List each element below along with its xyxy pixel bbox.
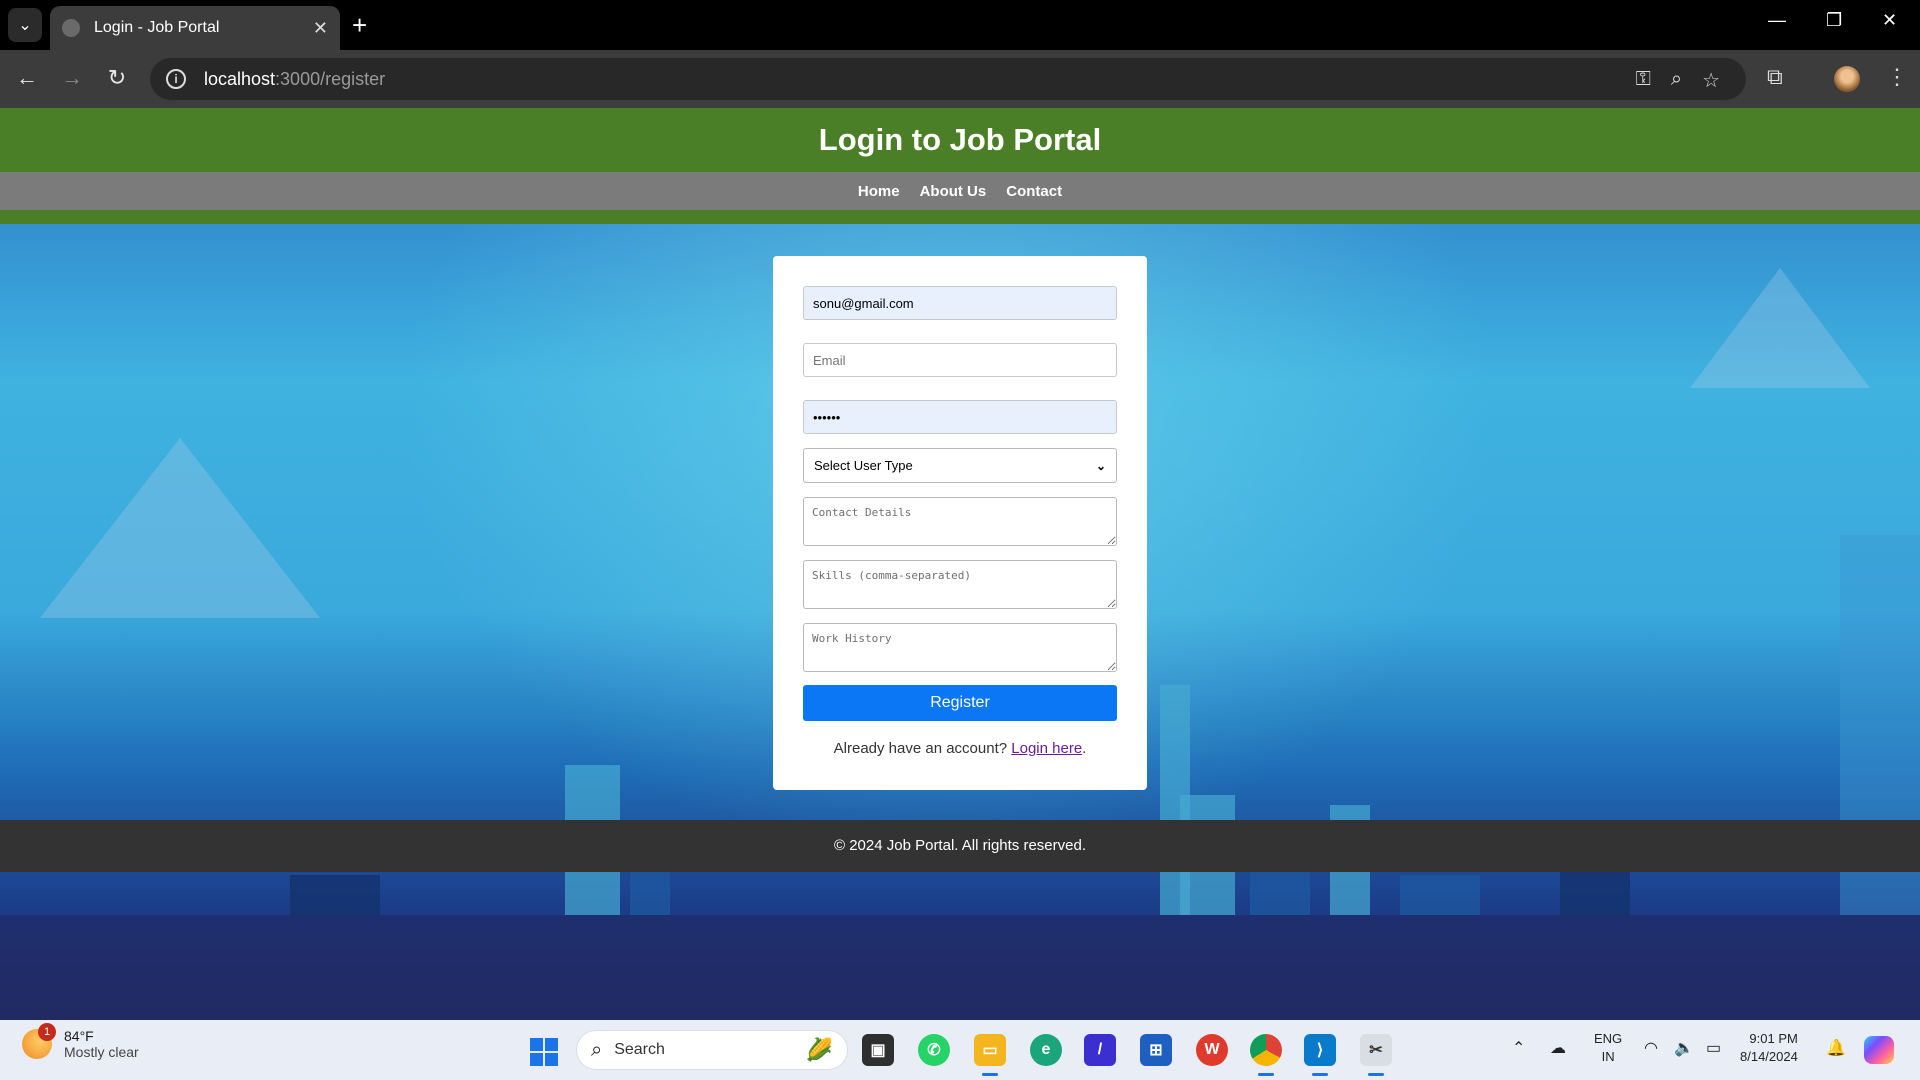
email-field[interactable] (803, 343, 1117, 377)
volume-icon[interactable]: 🔈 (1674, 1038, 1694, 1058)
chrome-icon[interactable] (1250, 1034, 1282, 1076)
app-icon[interactable]: / (1084, 1034, 1116, 1066)
browser-tab[interactable]: Login - Job Portal ✕ (50, 6, 340, 50)
copilot-icon[interactable] (1864, 1036, 1894, 1064)
browser-tabbar: ⌄ Login - Job Portal ✕ + — ❐ ✕ (0, 0, 1920, 50)
onedrive-icon[interactable]: ☁ (1550, 1038, 1566, 1058)
notification-badge: 1 (38, 1023, 56, 1041)
back-icon[interactable]: ← (12, 64, 42, 92)
weather-temp: 84°F (64, 1028, 94, 1044)
snipping-tool-icon[interactable]: ✂ (1360, 1034, 1392, 1076)
task-view-icon[interactable]: ▣ (862, 1034, 894, 1066)
whatsapp-icon[interactable]: ✆ (918, 1034, 950, 1066)
page-title: Login to Job Portal (818, 122, 1102, 157)
username-field[interactable] (803, 286, 1117, 320)
language-indicator[interactable]: ENG IN (1594, 1030, 1622, 1066)
url-path: :3000/register (275, 68, 386, 89)
search-label: Search (614, 1041, 665, 1058)
tab-title: Login - Job Portal (94, 19, 220, 36)
file-explorer-icon[interactable]: ▭ (974, 1034, 1006, 1076)
browser-toolbar: ← → ↻ i localhost:3000/register ⚿ ⌕ ☆ ⧉ … (0, 50, 1920, 108)
background-decoration (40, 438, 320, 618)
url-host: localhost (204, 68, 276, 89)
store-icon[interactable]: ⊞ (1140, 1034, 1172, 1066)
weather-widget[interactable]: 1 84°F Mostly clear (22, 1023, 139, 1060)
minimize-icon[interactable]: — (1768, 10, 1786, 31)
forward-icon[interactable]: → (57, 64, 87, 92)
search-highlight-icon: 🌽 (805, 1037, 833, 1062)
extensions-icon[interactable]: ⧉ (1767, 64, 1783, 90)
background-decoration (1690, 268, 1870, 388)
notification-bell-icon[interactable]: 🔔 (1826, 1038, 1846, 1058)
nav-contact[interactable]: Contact (1006, 183, 1062, 200)
wps-office-icon[interactable]: W (1196, 1034, 1228, 1066)
start-icon[interactable] (530, 1038, 558, 1066)
nav-about-us[interactable]: About Us (920, 183, 987, 200)
more-icon[interactable]: ⋮ (1886, 64, 1908, 90)
tab-list-icon[interactable]: ⌄ (8, 8, 42, 42)
taskbar-search[interactable]: ⌕ Search 🌽 (576, 1030, 848, 1070)
site-nav: Home About Us Contact (0, 172, 1920, 210)
site-header: Login to Job Portal (0, 108, 1920, 172)
search-icon: ⌕ (591, 1038, 603, 1061)
clock-time: 9:01 PM (1749, 1031, 1798, 1046)
star-icon[interactable]: ☆ (1702, 68, 1720, 93)
address-bar[interactable]: i localhost:3000/register ⚿ ⌕ ☆ (150, 58, 1746, 100)
register-button[interactable]: Register (803, 685, 1117, 721)
info-icon[interactable]: i (166, 69, 186, 89)
key-icon[interactable]: ⚿ (1636, 68, 1651, 93)
skills-field[interactable] (803, 560, 1117, 609)
zoom-icon[interactable]: ⌕ (1671, 68, 1682, 93)
restore-icon[interactable]: ❐ (1826, 10, 1842, 31)
battery-icon[interactable]: ▭ (1706, 1038, 1721, 1058)
password-field[interactable] (803, 400, 1117, 434)
wifi-icon[interactable]: ◠ (1644, 1038, 1658, 1058)
window-close-icon[interactable]: ✕ (1882, 10, 1897, 31)
chevron-down-icon: ⌄ (1095, 458, 1106, 473)
page-viewport: Login to Job Portal Home About Us Contac… (0, 108, 1920, 1020)
user-type-select-value: Select User Type (814, 458, 913, 473)
user-type-select[interactable]: Select User Type ⌄ (803, 448, 1117, 483)
reload-icon[interactable]: ↻ (102, 64, 132, 92)
globe-icon (62, 19, 80, 37)
taskbar: 1 84°F Mostly clear ⌕ Search 🌽 ▣ ✆ ▭ e /… (0, 1020, 1920, 1080)
login-prompt: Already have an account? Login here. (833, 740, 1087, 757)
background-water (0, 915, 1920, 1020)
work-history-field[interactable] (803, 623, 1117, 672)
login-link[interactable]: Login here (1011, 740, 1082, 757)
login-prompt-text: Already have an account? (833, 740, 1008, 757)
weather-desc: Mostly clear (64, 1044, 139, 1060)
weather-icon: 1 (22, 1023, 56, 1059)
close-icon[interactable]: ✕ (313, 18, 328, 39)
chevron-up-icon[interactable]: ⌃ (1512, 1038, 1525, 1058)
edge-icon[interactable]: e (1030, 1034, 1062, 1066)
site-footer: © 2024 Job Portal. All rights reserved. (0, 820, 1920, 872)
profile-avatar[interactable] (1834, 66, 1860, 92)
system-clock[interactable]: 9:01 PM 8/14/2024 (1740, 1030, 1798, 1066)
nav-home[interactable]: Home (858, 183, 900, 200)
plus-icon[interactable]: + (352, 10, 367, 40)
register-card: Select User Type ⌄ Register Already have… (773, 256, 1147, 790)
contact-details-field[interactable] (803, 497, 1117, 546)
vscode-icon[interactable]: ⟩ (1304, 1034, 1336, 1076)
clock-date: 8/14/2024 (1740, 1049, 1798, 1064)
